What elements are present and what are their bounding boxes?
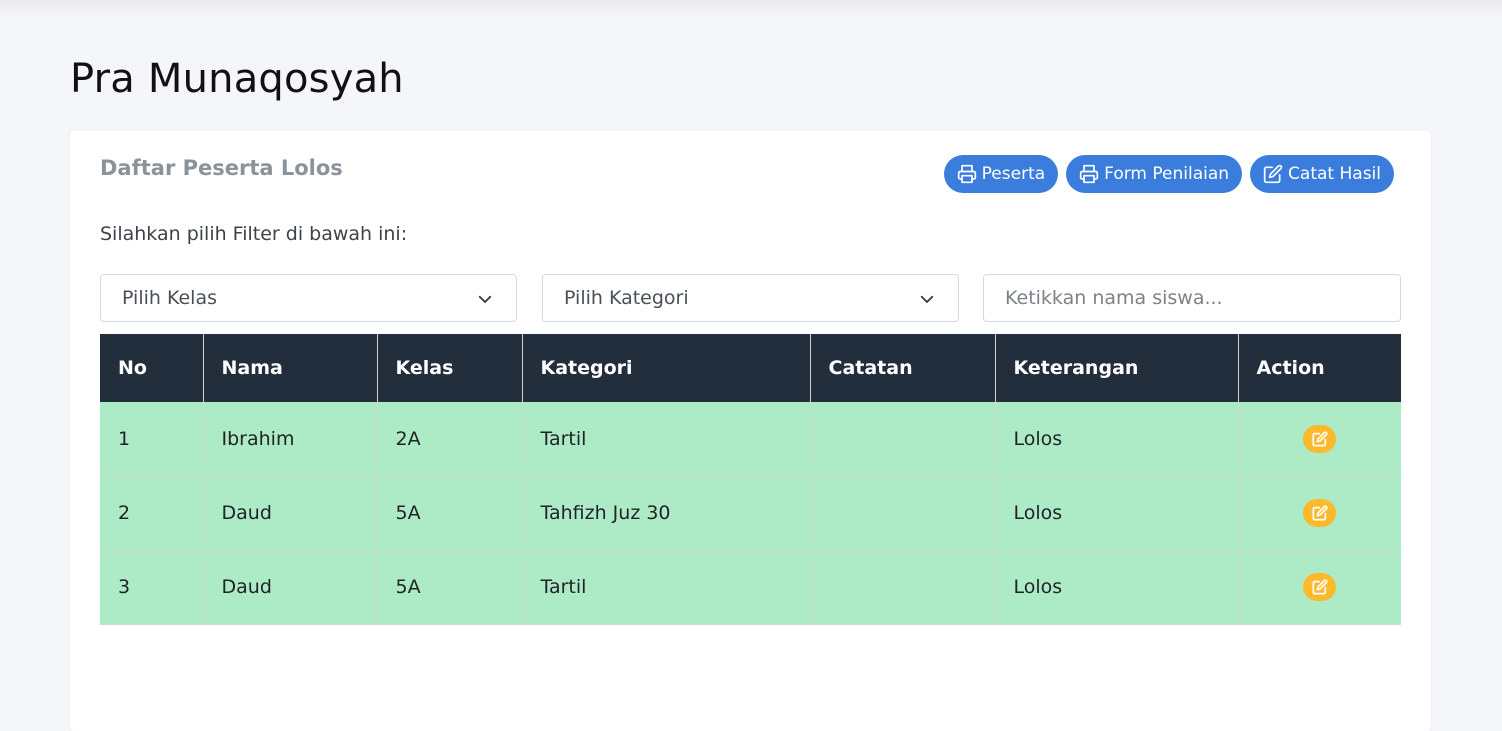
print-participants-label: Peserta xyxy=(981,164,1046,184)
column-header-kelas[interactable]: Kelas xyxy=(377,334,523,402)
cell-nama: Daud xyxy=(203,550,378,625)
category-select[interactable]: Pilih Kategori xyxy=(542,274,959,322)
edit-icon xyxy=(1263,164,1283,184)
printer-icon xyxy=(1079,164,1099,184)
edit-row-button[interactable] xyxy=(1303,573,1337,601)
table-row: 3 Daud 5A Tartil Lolos xyxy=(100,550,1401,625)
cell-keterangan: Lolos xyxy=(995,402,1239,477)
page-title: Pra Munaqosyah xyxy=(70,56,404,102)
record-result-button[interactable]: Catat Hasil xyxy=(1250,155,1394,193)
cell-catatan xyxy=(810,550,996,625)
edit-icon xyxy=(1312,505,1328,521)
cell-nama: Ibrahim xyxy=(203,402,378,477)
cell-kelas: 2A xyxy=(377,402,523,477)
cell-kelas: 5A xyxy=(377,550,523,625)
table-header-row: No Nama Kelas Kategori Catatan Keteranga… xyxy=(100,334,1401,402)
edit-icon xyxy=(1312,579,1328,595)
edit-row-button[interactable] xyxy=(1303,424,1337,453)
table-row: 2 Daud 5A Tahfizh Juz 30 Lolos xyxy=(100,476,1401,551)
column-header-catatan[interactable]: Catatan xyxy=(810,334,996,402)
table-row: 1 Ibrahim 2A Tartil Lolos xyxy=(100,402,1401,477)
cell-action xyxy=(1238,476,1401,551)
filter-bar: Pilih Kelas Pilih Kategori xyxy=(100,274,1401,322)
chevron-down-icon xyxy=(476,290,494,313)
chevron-down-icon xyxy=(918,290,936,313)
cell-kategori: Tartil xyxy=(522,402,811,477)
card-actions: Peserta Form Penilaian Catat Hasil xyxy=(943,155,1394,193)
cell-no: 1 xyxy=(100,402,204,477)
cell-keterangan: Lolos xyxy=(995,550,1239,625)
cell-action xyxy=(1238,402,1401,477)
class-select-value: Pilih Kelas xyxy=(122,287,217,309)
card-title: Daftar Peserta Lolos xyxy=(100,156,343,180)
print-assessment-form-label: Form Penilaian xyxy=(1104,164,1230,184)
column-header-no[interactable]: No xyxy=(100,334,204,402)
cell-kelas: 5A xyxy=(377,476,523,551)
record-result-label: Catat Hasil xyxy=(1288,164,1381,184)
filter-hint: Silahkan pilih Filter di bawah ini: xyxy=(100,223,408,245)
participants-table: No Nama Kelas Kategori Catatan Keteranga… xyxy=(100,334,1401,625)
cell-catatan xyxy=(810,476,996,551)
print-assessment-form-button[interactable]: Form Penilaian xyxy=(1066,155,1243,193)
class-select[interactable]: Pilih Kelas xyxy=(100,274,517,322)
column-header-nama[interactable]: Nama xyxy=(203,334,378,402)
cell-no: 2 xyxy=(100,476,204,551)
cell-catatan xyxy=(810,402,996,477)
edit-row-button[interactable] xyxy=(1303,499,1337,527)
printer-icon xyxy=(957,164,977,184)
cell-kategori: Tartil xyxy=(522,550,811,625)
cell-no: 3 xyxy=(100,550,204,625)
topbar xyxy=(0,0,1502,18)
participants-card: Daftar Peserta Lolos Peserta Form Penila… xyxy=(70,131,1431,731)
category-select-value: Pilih Kategori xyxy=(564,287,689,309)
column-header-keterangan[interactable]: Keterangan xyxy=(995,334,1239,402)
column-header-action: Action xyxy=(1238,334,1401,402)
print-participants-button[interactable]: Peserta xyxy=(943,155,1059,193)
cell-kategori: Tahfizh Juz 30 xyxy=(522,476,811,551)
column-header-kategori[interactable]: Kategori xyxy=(522,334,811,402)
cell-action xyxy=(1238,550,1401,625)
student-search-input[interactable] xyxy=(983,274,1401,322)
cell-keterangan: Lolos xyxy=(995,476,1239,551)
cell-nama: Daud xyxy=(203,476,378,551)
edit-icon xyxy=(1312,431,1328,447)
